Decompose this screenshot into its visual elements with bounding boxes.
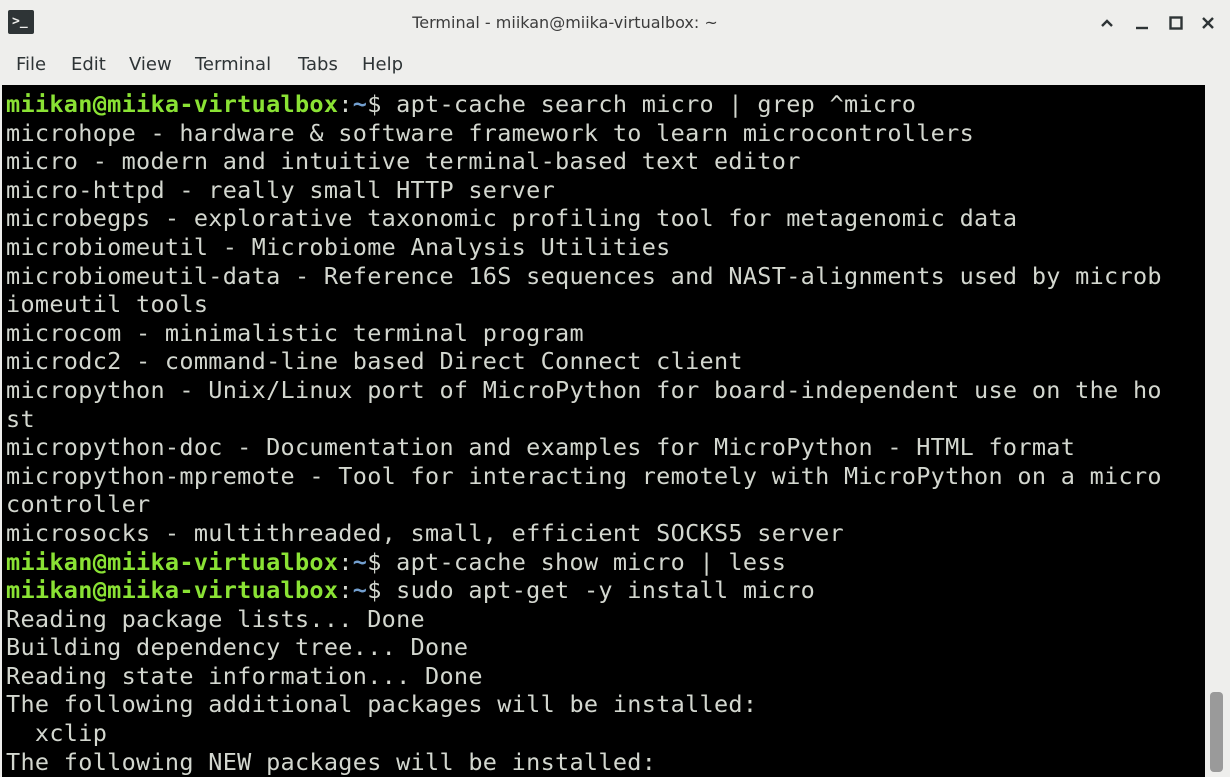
output-line: microdc2 - command-line based Direct Con… bbox=[6, 347, 743, 376]
output-line: microhope - hardware & software framewor… bbox=[6, 118, 975, 147]
output-line: The following NEW packages will be insta… bbox=[6, 747, 657, 776]
output-line: xclip bbox=[6, 719, 108, 748]
terminal-text: miikan@miika-virtualbox:~$ apt-cache sea… bbox=[6, 90, 1162, 776]
menu-bar: File Edit View Terminal Tabs Help bbox=[0, 46, 1230, 84]
prompt-symbol: $ bbox=[367, 90, 397, 118]
output-line: microbiomeutil - Microbiome Analysis Uti… bbox=[6, 232, 671, 261]
output-line: iomeutil tools bbox=[6, 290, 209, 319]
prompt-symbol: $ bbox=[367, 576, 397, 605]
output-line: microsocks - multithreaded, small, effic… bbox=[6, 518, 844, 547]
output-line: Reading package lists... Done bbox=[6, 604, 425, 633]
prompt-path: ~ bbox=[352, 90, 368, 118]
prompt-colon: : bbox=[338, 90, 353, 118]
prompt-symbol: $ bbox=[367, 547, 397, 576]
output-line: The following additional packages will b… bbox=[6, 690, 758, 719]
prompt-user-host: miikan@miika-virtualbox bbox=[6, 576, 339, 605]
prompt-line: miikan@miika-virtualbox:~$ apt-cache sho… bbox=[6, 548, 1162, 577]
scrollbar[interactable] bbox=[1205, 85, 1230, 777]
output-line: controller bbox=[6, 490, 151, 519]
prompt-line: miikan@miika-virtualbox:~$ apt-cache sea… bbox=[6, 90, 1162, 119]
scrollbar-thumb[interactable] bbox=[1210, 692, 1223, 772]
prompt-user-host: miikan@miika-virtualbox bbox=[6, 90, 339, 118]
close-icon[interactable] bbox=[1197, 12, 1219, 34]
output-line: microbiomeutil-data - Reference 16S sequ… bbox=[6, 261, 1162, 290]
menu-view[interactable]: View bbox=[129, 46, 172, 84]
chevron-up-icon[interactable] bbox=[1096, 12, 1118, 34]
output-line: micropython - Unix/Linux port of MicroPy… bbox=[6, 375, 1162, 404]
minimize-icon[interactable] bbox=[1131, 12, 1153, 34]
menu-help[interactable]: Help bbox=[362, 46, 403, 84]
output-line: Building dependency tree... Done bbox=[6, 633, 469, 662]
prompt-user-host: miikan@miika-virtualbox bbox=[6, 547, 339, 576]
prompt-colon: : bbox=[338, 576, 353, 605]
output-line: st bbox=[6, 404, 35, 433]
output-line: micropython-mpremote - Tool for interact… bbox=[6, 461, 1162, 490]
prompt-path: ~ bbox=[352, 576, 368, 605]
output-line: micro-httpd - really small HTTP server bbox=[6, 175, 556, 204]
menu-file[interactable]: File bbox=[16, 46, 46, 84]
prompt-colon: : bbox=[338, 547, 353, 576]
command-text: apt-cache search micro | grep ^micro bbox=[396, 90, 917, 118]
output-line: microbegps - explorative taxonomic profi… bbox=[6, 204, 1018, 233]
command-text: apt-cache show micro | less bbox=[396, 547, 787, 576]
output-line: Reading state information... Done bbox=[6, 661, 483, 690]
menu-edit[interactable]: Edit bbox=[71, 46, 106, 84]
menu-tabs[interactable]: Tabs bbox=[298, 46, 338, 84]
command-text: sudo apt-get -y install micro bbox=[396, 576, 816, 605]
output-line: micropython-doc - Documentation and exam… bbox=[6, 433, 1076, 462]
terminal-output-area[interactable]: miikan@miika-virtualbox:~$ apt-cache sea… bbox=[2, 85, 1205, 777]
output-line: micro - modern and intuitive terminal-ba… bbox=[6, 147, 801, 176]
title-bar: >_ Terminal - miikan@miika-virtualbox: ~ bbox=[0, 0, 1230, 46]
output-line: microcom - minimalistic terminal program bbox=[6, 318, 584, 347]
window-title: Terminal - miikan@miika-virtualbox: ~ bbox=[412, 13, 718, 32]
prompt-path: ~ bbox=[352, 547, 368, 576]
menu-terminal[interactable]: Terminal bbox=[195, 46, 271, 84]
maximize-icon[interactable] bbox=[1165, 12, 1187, 34]
prompt-line: miikan@miika-virtualbox:~$ sudo apt-get … bbox=[6, 576, 1162, 605]
